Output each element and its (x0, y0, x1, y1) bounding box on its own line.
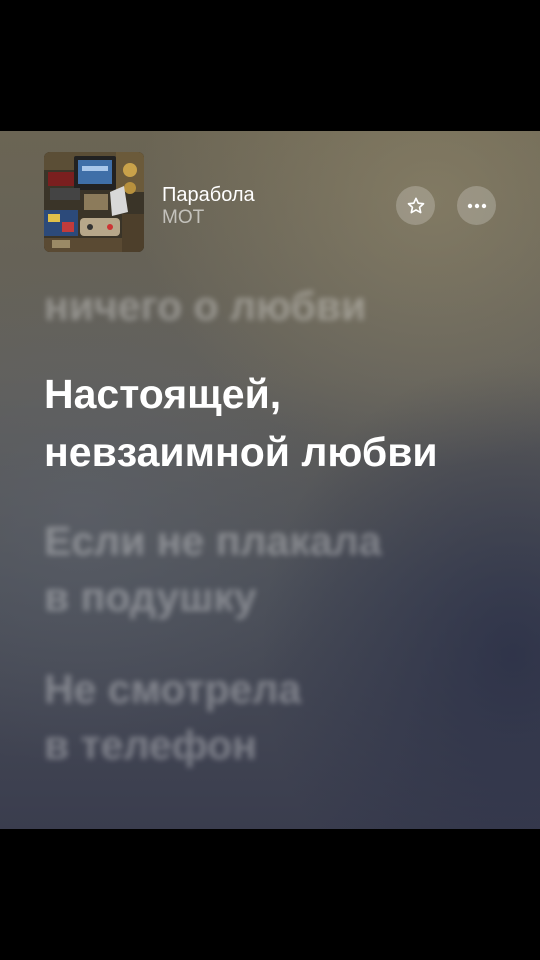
album-art-image (44, 152, 144, 252)
lyric-line-previous[interactable]: ничего о любви (44, 281, 366, 332)
lyric-line-next-2a[interactable]: Не смотрела (44, 664, 301, 715)
now-playing-header: Парабола МОТ (44, 152, 496, 252)
track-title: Парабола (162, 184, 255, 206)
lyric-line-current-1[interactable]: Настоящей, (44, 369, 281, 420)
lyrics-screen: Парабола МОТ ничего о любви Настоящей, н… (0, 131, 540, 829)
more-icon (467, 203, 486, 208)
album-cover[interactable] (44, 152, 144, 252)
favorite-button[interactable] (396, 186, 435, 225)
lyric-line-next-1b[interactable]: в подушку (44, 572, 257, 623)
lyric-line-next-2b[interactable]: в телефон (44, 720, 257, 771)
track-info[interactable]: Парабола МОТ (162, 183, 255, 229)
lyric-line-current-2[interactable]: невзаимной любви (44, 427, 438, 478)
lyric-line-next-1a[interactable]: Если не плакала (44, 516, 382, 567)
more-button[interactable] (457, 186, 496, 225)
track-artist[interactable]: МОТ (162, 207, 255, 229)
star-icon (407, 197, 424, 213)
